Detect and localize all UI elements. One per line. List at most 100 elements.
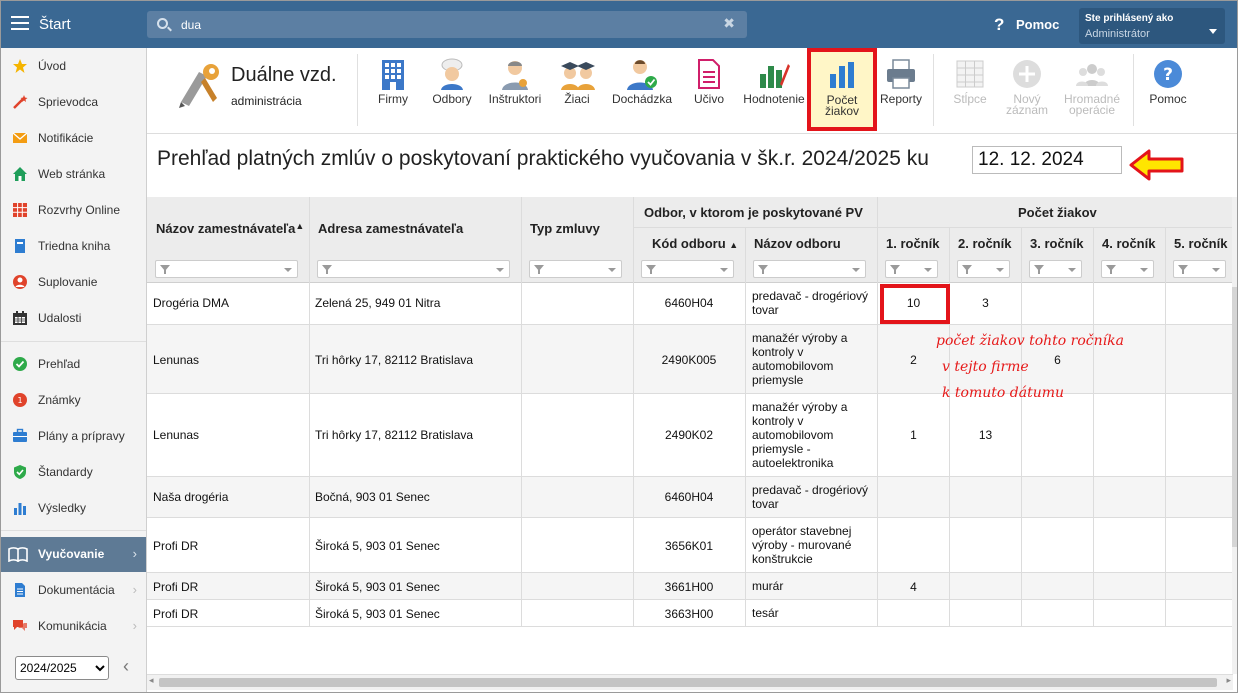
table-row[interactable]: Naša drogéria Bočná, 903 01 Senec 6460H04 p… — [147, 477, 1232, 518]
cell-field: manažér výroby a kontroly v automobilovo… — [752, 331, 848, 387]
table-row[interactable]: Lenunas Tri hôrky 17, 82112 Bratislava 249… — [147, 394, 1232, 477]
scroll-right-icon[interactable]: ▸ — [1226, 675, 1231, 686]
sidebar-item-uvod[interactable]: Úvod — [1, 49, 146, 83]
toolbar-instruktori-button[interactable]: Inštruktori — [487, 48, 543, 134]
sidebar-divider — [1, 341, 146, 342]
filter-year1[interactable] — [885, 260, 938, 278]
toolbar-divider — [1133, 54, 1134, 126]
user-label: Ste prihlásený ako — [1085, 13, 1174, 24]
filter-field[interactable] — [753, 260, 866, 278]
sidebar-item-komunikacia[interactable]: Komunikácia › — [1, 609, 146, 643]
toolbar-firmy-button[interactable]: Firmy — [375, 48, 411, 134]
filter-employer[interactable] — [155, 260, 298, 278]
sidebar-item-sprievodca[interactable]: Sprievodca — [1, 85, 146, 119]
horizontal-scrollbar[interactable]: ◂ ▸ — [147, 674, 1233, 690]
help-link[interactable]: Pomoc — [1016, 17, 1059, 32]
sidebar-item-label: Triedna kniha — [38, 239, 111, 253]
sidebar-item-notifikacie[interactable]: Notifikácie — [1, 121, 146, 155]
filter-address[interactable] — [317, 260, 510, 278]
filter-year3[interactable] — [1029, 260, 1082, 278]
scroll-left-icon[interactable]: ◂ — [149, 675, 154, 686]
scrollbar-thumb[interactable] — [1232, 287, 1237, 547]
toolbar-reporty-button[interactable]: Reporty — [877, 48, 925, 134]
sidebar-divider — [1, 530, 146, 531]
filter-year4[interactable] — [1101, 260, 1154, 278]
scrollbar-thumb[interactable] — [159, 678, 1217, 687]
toolbar-dochadzka-button[interactable]: Dochádzka — [609, 48, 675, 134]
toolbar-hodnotenie-button[interactable]: Hodnotenie — [743, 48, 805, 134]
table-row[interactable]: Drogéria DMA Zelená 25, 949 01 Nitra 6460H… — [147, 283, 1232, 325]
school-year-select[interactable]: 2024/2025 — [15, 656, 109, 680]
sidebar-item-dokumentacia[interactable]: Dokumentácia › — [1, 573, 146, 607]
col-header-year3[interactable]: 3. ročník — [1030, 236, 1083, 251]
user-menu[interactable]: Ste prihlásený ako Administrátor — [1079, 8, 1225, 44]
sidebar-item-web-stranka[interactable]: Web stránka — [1, 157, 146, 191]
filter-year2[interactable] — [957, 260, 1010, 278]
group-divider — [878, 227, 1232, 228]
grid-calendar-icon — [13, 203, 27, 217]
filter-icon-stem — [1110, 270, 1112, 274]
table-row[interactable]: Profi DR Široká 5, 903 01 Senec 3661H00 mur… — [147, 573, 1232, 600]
column-divider — [745, 228, 746, 283]
sidebar-item-vysledky[interactable]: Výsledky — [1, 491, 146, 525]
toolbar-ziaci-button[interactable]: Žiaci — [555, 48, 599, 134]
table-row[interactable]: Profi DR Široká 5, 903 01 Senec 3663H00 tes… — [147, 600, 1232, 627]
col-header-address[interactable]: Adresa zamestnávateľa — [318, 221, 463, 236]
col-header-employer[interactable]: Názov zamestnávateľa▲ — [156, 221, 304, 236]
toolbar-stlpce-button[interactable]: Stĺpce — [947, 48, 993, 134]
cell-employer: Naša drogéria — [153, 490, 229, 504]
sidebar-item-prehlad[interactable]: Prehľad — [1, 347, 146, 381]
col-header-type[interactable]: Typ zmluvy — [530, 221, 600, 236]
column-divider — [877, 477, 878, 518]
sidebar-item-znamky[interactable]: 1 Známky — [1, 383, 146, 417]
data-grid: Názov zamestnávateľa▲ Adresa zamestnávat… — [147, 197, 1232, 691]
col-header-year2[interactable]: 2. ročník — [958, 236, 1011, 251]
column-divider — [521, 477, 522, 518]
toolbar-odbory-button[interactable]: Odbory — [429, 48, 475, 134]
clear-search-icon[interactable]: ✖ — [723, 15, 735, 32]
cell-y2: 3 — [982, 296, 989, 310]
chat-icon — [13, 620, 27, 631]
collapse-sidebar-icon[interactable]: ‹ — [123, 656, 129, 677]
column-divider — [521, 197, 522, 283]
sidebar-item-suplovanie[interactable]: Suplovanie — [1, 265, 146, 299]
bar-chart-icon — [830, 62, 854, 88]
toolbar-pomoc-button[interactable]: ? Pomoc — [1145, 48, 1191, 134]
sidebar-item-plany[interactable]: Plány a prípravy — [1, 419, 146, 453]
toolbar-ucivo-button[interactable]: Učivo — [689, 48, 729, 134]
sidebar-item-udalosti[interactable]: Udalosti — [1, 301, 146, 335]
column-divider — [309, 283, 310, 325]
cell-code: 6460H04 — [664, 490, 714, 504]
sidebar-item-vyucovanie[interactable]: Vyučovanie › — [1, 537, 146, 572]
group-divider — [634, 227, 877, 228]
sidebar-item-rozvrhy-online[interactable]: Rozvrhy Online — [1, 193, 146, 227]
cell-field: operátor stavebnej výroby - murované kon… — [752, 524, 852, 566]
sidebar-item-label: Rozvrhy Online — [38, 203, 121, 217]
cell-address: Široká 5, 903 01 Senec — [315, 607, 440, 621]
filter-year5[interactable] — [1173, 260, 1226, 278]
document-icon — [15, 583, 25, 597]
col-header-year1[interactable]: 1. ročník — [886, 236, 939, 251]
toolbar-pocet-ziakov-button[interactable]: Počet žiakov — [811, 48, 873, 134]
col-header-code[interactable]: Kód odboru ▲ — [652, 236, 738, 251]
vertical-scrollbar[interactable] — [1232, 197, 1237, 674]
cell-address: Široká 5, 903 01 Senec — [315, 539, 440, 553]
app-title[interactable]: Štart — [39, 16, 71, 33]
filter-code[interactable] — [641, 260, 734, 278]
search-input[interactable] — [181, 15, 721, 34]
col-header-year5[interactable]: 5. ročník — [1174, 236, 1227, 251]
col-header-year4[interactable]: 4. ročník — [1102, 236, 1155, 251]
toolbar-novy-zaznam-button[interactable]: Nový záznam — [1003, 48, 1051, 134]
hamburger-menu-icon[interactable] — [11, 16, 29, 30]
filter-type[interactable] — [529, 260, 622, 278]
table-row[interactable]: Profi DR Široká 5, 903 01 Senec 3656K01 ope… — [147, 518, 1232, 573]
help-icon[interactable]: ? — [994, 15, 1004, 35]
cell-address: Tri hôrky 17, 82112 Bratislava — [315, 428, 474, 442]
chevron-down-icon — [1068, 268, 1076, 272]
col-header-field[interactable]: Názov odboru — [754, 236, 841, 251]
sidebar-item-standardy[interactable]: Štandardy — [1, 455, 146, 489]
date-field[interactable] — [972, 146, 1122, 174]
toolbar-hromadne-operacie-button[interactable]: Hromadné operácie — [1061, 48, 1123, 134]
sidebar-item-triedna-kniha[interactable]: Triedna kniha — [1, 229, 146, 263]
column-divider — [521, 394, 522, 477]
